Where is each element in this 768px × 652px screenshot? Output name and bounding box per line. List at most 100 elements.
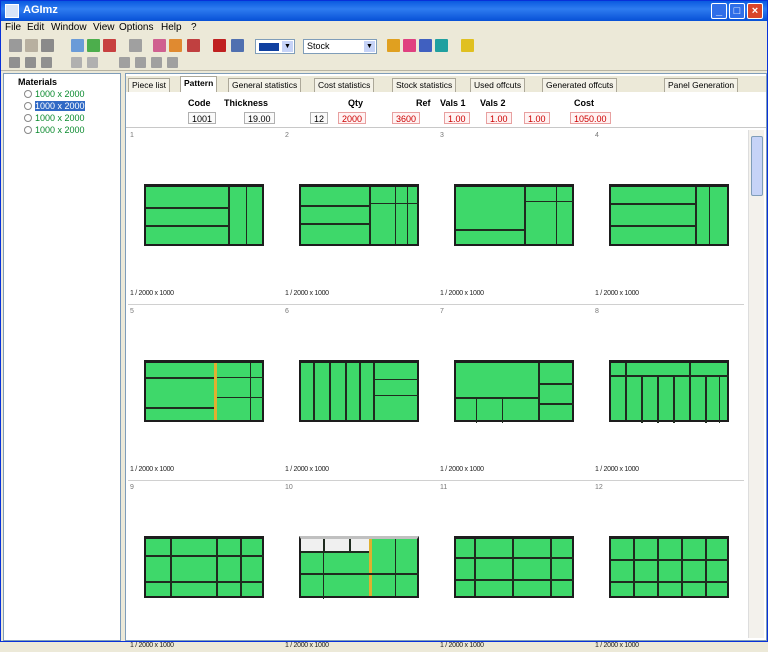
tree-item[interactable]: 1000 x 2000 [22,125,87,135]
tab-pattern[interactable]: Pattern [180,76,218,92]
pattern-cell[interactable]: 7 1 / 2000 x 1000 [438,306,593,476]
cut-line [228,187,230,244]
pattern-cell[interactable]: 10 1 / 2000 x 1000 [283,482,438,652]
tree-root[interactable]: Materials [18,77,57,87]
menu-options[interactable]: Options [119,22,153,33]
pattern-cell[interactable]: 3 1 / 2000 x 1000 [438,130,593,300]
arrow-icon[interactable] [419,39,432,52]
folder-icon[interactable] [387,39,400,52]
cut-line [214,363,217,420]
tab-used-offcuts[interactable]: Used offcuts [470,78,526,92]
tab-cost-statistics[interactable]: Cost statistics [314,78,375,92]
pattern-cell[interactable]: 5 1 / 2000 x 1000 [128,306,283,476]
color-combo[interactable]: ▼ [255,39,295,54]
chart-icon[interactable] [87,39,100,52]
pattern-cell[interactable]: 2 1 / 2000 x 1000 [283,130,438,300]
pattern-cell[interactable]: 12 1 / 2000 x 1000 [593,482,748,652]
grid-icon[interactable] [71,39,84,52]
help-icon[interactable] [461,39,474,52]
zoom-icon[interactable] [71,57,82,68]
cut-line [709,187,710,244]
next-icon[interactable] [151,57,162,68]
value-length: 3600 [392,112,421,124]
maximize-button[interactable]: □ [729,3,745,19]
fit-icon[interactable] [87,57,98,68]
cut-icon[interactable] [169,39,182,52]
pattern-cell[interactable]: 6 1 / 2000 x 1000 [283,306,438,476]
open-icon[interactable] [25,39,38,52]
export-icon[interactable] [231,39,244,52]
cut-line [217,397,264,398]
pattern-layout[interactable] [299,536,419,599]
cut-line [695,187,697,244]
pattern-layout[interactable] [609,360,729,423]
cut-line [633,539,635,596]
last-icon[interactable] [167,57,178,68]
cut-line [301,223,369,225]
cut-line [301,551,369,553]
menu-help[interactable]: Help [161,22,182,33]
cut-line [657,375,659,423]
chevron-down-icon: ▼ [364,41,375,52]
color-icon[interactable] [213,39,226,52]
tab-stock-statistics[interactable]: Stock statistics [392,78,457,92]
pattern-cell[interactable]: 1 1 / 2000 x 1000 [128,130,283,300]
close-button[interactable]: × [747,3,763,19]
value-vals1: 1.00 [444,112,470,124]
prev-icon[interactable] [135,57,146,68]
pattern-cell[interactable]: 4 1 / 2000 x 1000 [593,130,748,300]
cut-line [395,187,396,244]
minimize-button[interactable]: _ [711,3,727,19]
first-icon[interactable] [119,57,130,68]
pattern-layout[interactable] [609,536,729,598]
pattern-layout[interactable] [144,360,264,422]
pattern-layout[interactable] [454,360,574,423]
vertical-scrollbar[interactable] [748,130,764,638]
pattern-layout[interactable] [299,360,419,422]
view1-icon[interactable] [9,57,20,68]
pattern-layout[interactable] [299,184,419,246]
header-vals2: Vals 2 [480,98,506,108]
view2-icon[interactable] [25,57,36,68]
pattern-layout[interactable] [144,184,264,246]
settings-icon[interactable] [403,39,416,52]
tab-piece-list[interactable]: Piece list [128,78,171,92]
tab-general-statistics[interactable]: General statistics [228,78,302,92]
print-icon[interactable] [187,39,200,52]
menu-window[interactable]: Window [51,22,87,33]
materials-tree: Materials 1000 x 2000 1000 x 2000 1000 x… [3,73,121,641]
table-icon[interactable] [129,39,142,52]
pattern-layout[interactable] [454,184,574,246]
pattern-cell[interactable]: 11 1 / 2000 x 1000 [438,482,593,652]
pattern-layout[interactable] [454,536,574,598]
cut-line [146,581,264,583]
menu-view[interactable]: View [93,22,115,33]
cut-line [456,557,574,559]
pattern-cell[interactable]: 8 1 / 2000 x 1000 [593,306,748,476]
tree-item[interactable]: 1000 x 2000 [22,89,87,99]
cut-line [170,539,172,596]
new-icon[interactable] [9,39,22,52]
cut-line [301,539,369,551]
pattern-layout[interactable] [609,184,729,246]
report-icon[interactable] [103,39,116,52]
stock-combo[interactable]: Stock ▼ [303,39,377,54]
cut-line [719,375,720,423]
pattern-cell[interactable]: 9 1 / 2000 x 1000 [128,482,283,652]
tab-generated-offcuts[interactable]: Generated offcuts [542,78,618,92]
tree-item[interactable]: 1000 x 2000 [22,101,87,111]
scroll-thumb[interactable] [751,136,763,196]
save-icon[interactable] [41,39,54,52]
cut-line [371,203,419,204]
view3-icon[interactable] [41,57,52,68]
optimize-icon[interactable] [153,39,166,52]
refresh-icon[interactable] [435,39,448,52]
menu-about[interactable]: ? [191,22,197,33]
tree-item[interactable]: 1000 x 2000 [22,113,87,123]
menu-edit[interactable]: Edit [27,22,44,33]
cut-line [216,539,218,596]
pattern-layout[interactable] [144,536,264,598]
menu-bar: File Edit Window View Options Help ? [1,21,767,37]
tab-panel-generation[interactable]: Panel Generation [664,78,739,92]
menu-file[interactable]: File [5,22,21,33]
